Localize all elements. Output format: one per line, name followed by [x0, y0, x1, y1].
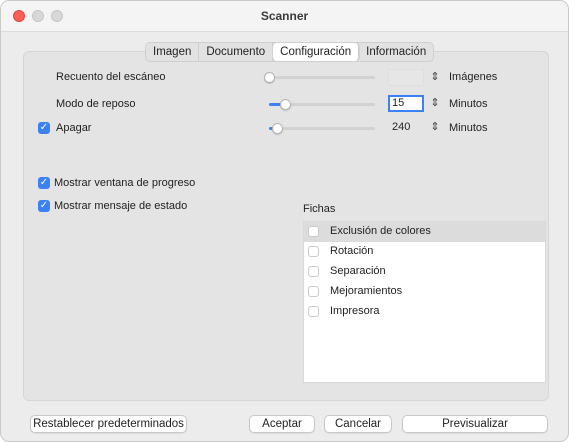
window-title: Scanner	[260, 9, 309, 23]
tab-documento[interactable]: Documento	[199, 43, 274, 61]
slider-knob[interactable]	[264, 72, 275, 83]
tab-configuracion[interactable]: Configuración	[273, 43, 360, 61]
sleep-mode-stepper-icon[interactable]: ⇕	[430, 95, 440, 112]
list-item-checkbox[interactable]	[308, 246, 319, 257]
sleep-mode-unit: Minutos	[449, 98, 488, 110]
scanner-window: Scanner Imagen Documento Configuración I…	[0, 0, 569, 442]
list-item[interactable]: Separación	[304, 262, 545, 282]
power-off-label: Apagar	[56, 122, 92, 134]
show-status-label: Mostrar mensaje de estado	[54, 200, 188, 212]
slider-track	[269, 127, 375, 130]
list-item-label: Rotación	[330, 245, 374, 257]
power-off-checkbox[interactable]: ✓	[38, 122, 50, 134]
fichas-heading: Fichas	[303, 203, 336, 215]
list-item[interactable]: Rotación	[304, 242, 545, 262]
list-item-label: Mejoramientos	[330, 285, 403, 297]
slider-knob[interactable]	[279, 99, 291, 110]
scan-count-unit: Imágenes	[449, 71, 498, 83]
accept-button[interactable]: Aceptar	[249, 415, 315, 433]
list-item-label: Separación	[330, 265, 386, 277]
list-item-checkbox[interactable]	[308, 286, 319, 297]
power-off-unit: Minutos	[449, 122, 488, 134]
title-bar: Scanner	[1, 1, 568, 32]
power-off-field[interactable]: 240	[388, 119, 424, 136]
show-progress-checkbox[interactable]: ✓	[38, 177, 50, 189]
power-off-stepper-icon[interactable]: ⇕	[430, 119, 440, 136]
list-item[interactable]: Exclusión de colores	[304, 222, 545, 242]
tab-imagen[interactable]: Imagen	[146, 43, 200, 61]
list-item-label: Impresora	[330, 305, 380, 317]
tab-informacion[interactable]: Información	[359, 43, 433, 61]
reset-defaults-button[interactable]: Restablecer predeterminados	[30, 415, 187, 433]
sleep-mode-field[interactable]: 15	[388, 95, 424, 112]
scan-count-field[interactable]	[388, 69, 424, 86]
list-item-checkbox[interactable]	[308, 266, 319, 277]
list-item-label: Exclusión de colores	[330, 225, 431, 237]
list-item[interactable]: Mejoramientos	[304, 282, 545, 302]
show-progress-label: Mostrar ventana de progreso	[54, 177, 196, 189]
list-item-checkbox[interactable]	[308, 306, 319, 317]
preview-button[interactable]: Previsualizar	[402, 415, 548, 433]
scan-count-label: Recuento del escáneo	[56, 71, 166, 83]
cancel-button[interactable]: Cancelar	[324, 415, 392, 433]
sleep-mode-label: Modo de reposo	[56, 98, 136, 110]
scan-count-stepper-icon[interactable]: ⇕	[430, 69, 440, 86]
slider-track	[269, 76, 375, 79]
fichas-list: Exclusión de colores Rotación Separación…	[303, 221, 546, 383]
show-status-checkbox[interactable]: ✓	[38, 200, 50, 212]
list-item-checkbox[interactable]	[308, 226, 319, 237]
tab-bar: Imagen Documento Configuración Informaci…	[145, 42, 435, 62]
list-item[interactable]: Impresora	[304, 302, 545, 322]
